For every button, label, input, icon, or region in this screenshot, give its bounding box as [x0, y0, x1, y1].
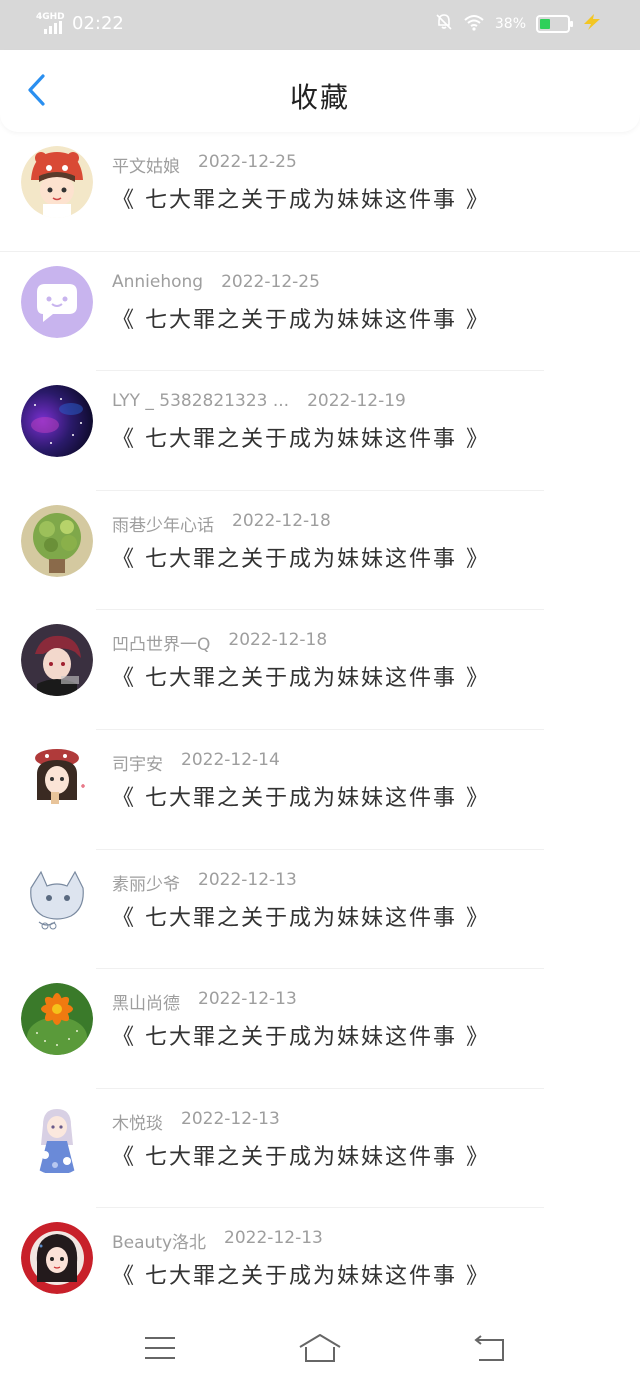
story-title[interactable]: 《 七大罪之关于成为妹妹这件事 》 [112, 780, 490, 812]
system-back-button[interactable] [466, 1332, 510, 1368]
favorite-item[interactable]: 司宇安 2022-12-14 《 七大罪之关于成为妹妹这件事 》 [0, 730, 640, 850]
menu-icon [144, 1335, 176, 1365]
item-meta: Anniehong 2022-12-25 [112, 272, 320, 292]
charging-icon [580, 13, 604, 35]
item-meta: 木悦琰 2022-12-13 [112, 1109, 280, 1134]
item-meta: LYY _ 5382821323 ... 2022-12-19 [112, 391, 406, 411]
avatar[interactable] [21, 624, 93, 697]
username[interactable]: 素丽少爷 [112, 870, 180, 895]
avatar[interactable] [21, 1222, 93, 1295]
favorite-item[interactable]: Anniehong 2022-12-25 《 七大罪之关于成为妹妹这件事 》 [0, 252, 640, 372]
item-meta: 雨巷少年心话 2022-12-18 [112, 511, 331, 536]
username[interactable]: 凹凸世界一Q [112, 630, 210, 655]
avatar[interactable] [21, 504, 93, 577]
favorite-date: 2022-12-25 [221, 271, 320, 292]
battery-percent: 38% [494, 16, 526, 32]
username[interactable]: 司宇安 [112, 750, 163, 775]
username[interactable]: 黑山尚德 [112, 989, 180, 1014]
item-meta: 黑山尚德 2022-12-13 [112, 989, 297, 1014]
header: 收藏 [0, 50, 640, 132]
story-title[interactable]: 《 七大罪之关于成为妹妹这件事 》 [112, 1019, 490, 1051]
favorite-date: 2022-12-18 [232, 510, 331, 531]
avatar[interactable] [21, 385, 93, 458]
username[interactable]: Beauty洛北 [112, 1228, 206, 1253]
username[interactable]: 雨巷少年心话 [112, 511, 214, 536]
signal-icon: 4GHD [36, 12, 66, 34]
favorite-date: 2022-12-13 [181, 1108, 280, 1129]
avatar[interactable] [21, 743, 93, 816]
story-title[interactable]: 《 七大罪之关于成为妹妹这件事 》 [112, 302, 490, 334]
favorite-item[interactable]: 黑山尚德 2022-12-13 《 七大罪之关于成为妹妹这件事 》 [0, 969, 640, 1089]
avatar[interactable] [21, 265, 93, 338]
favorite-date: 2022-12-18 [228, 630, 328, 651]
menu-button[interactable] [138, 1332, 182, 1368]
wifi-icon [463, 13, 485, 35]
username[interactable]: 平文姑娘 [112, 152, 180, 177]
favorite-item[interactable]: 雨巷少年心话 2022-12-18 《 七大罪之关于成为妹妹这件事 》 [0, 491, 640, 611]
story-title[interactable]: 《 七大罪之关于成为妹妹这件事 》 [112, 421, 490, 453]
favorite-date: 2022-12-25 [198, 152, 297, 172]
item-meta: 凹凸世界一Q 2022-12-18 [112, 630, 327, 655]
item-meta: Beauty洛北 2022-12-13 [112, 1228, 323, 1253]
back-icon [471, 1334, 505, 1366]
favorite-date: 2022-12-13 [224, 1228, 323, 1249]
favorite-item[interactable]: 平文姑娘 2022-12-25 《 七大罪之关于成为妹妹这件事 》 [0, 132, 640, 252]
favorite-item[interactable]: 凹凸世界一Q 2022-12-18 《 七大罪之关于成为妹妹这件事 》 [0, 610, 640, 730]
story-title[interactable]: 《 七大罪之关于成为妹妹这件事 》 [112, 1139, 490, 1171]
avatar[interactable] [21, 983, 93, 1056]
avatar[interactable] [21, 1102, 93, 1175]
story-title[interactable]: 《 七大罪之关于成为妹妹这件事 》 [112, 182, 490, 214]
home-button[interactable] [298, 1332, 342, 1368]
status-left: 4GHD 02:22 [36, 12, 124, 34]
page-title: 收藏 [289, 81, 350, 114]
username[interactable]: Anniehong [112, 272, 203, 292]
item-meta: 平文姑娘 2022-12-25 [112, 152, 297, 177]
favorite-date: 2022-12-13 [198, 869, 297, 890]
battery-icon [536, 15, 573, 33]
favorite-item[interactable]: 木悦琰 2022-12-13 《 七大罪之关于成为妹妹这件事 》 [0, 1089, 640, 1209]
favorite-date: 2022-12-19 [307, 391, 406, 412]
clock: 02:22 [72, 12, 124, 34]
battery-level [540, 19, 550, 29]
item-meta: 素丽少爷 2022-12-13 [112, 870, 297, 895]
favorite-date: 2022-12-14 [181, 749, 280, 770]
avatar[interactable] [21, 146, 93, 218]
silent-bell-icon [435, 13, 453, 35]
story-title[interactable]: 《 七大罪之关于成为妹妹这件事 》 [112, 660, 490, 692]
item-meta: 司宇安 2022-12-14 [112, 750, 280, 775]
story-title[interactable]: 《 七大罪之关于成为妹妹这件事 》 [112, 541, 490, 573]
favorite-date: 2022-12-13 [198, 989, 297, 1010]
favorite-item[interactable]: 素丽少爷 2022-12-13 《 七大罪之关于成为妹妹这件事 》 [0, 850, 640, 970]
system-nav-bar [0, 1310, 640, 1387]
username[interactable]: LYY _ 5382821323 ... [112, 391, 289, 411]
story-title[interactable]: 《 七大罪之关于成为妹妹这件事 》 [112, 1258, 490, 1290]
favorites-list: 平文姑娘 2022-12-25 《 七大罪之关于成为妹妹这件事 》 Anniehong… [0, 132, 640, 1328]
favorite-item[interactable]: LYY _ 5382821323 ... 2022-12-19 《 七大罪之关于成为… [0, 371, 640, 491]
home-icon [298, 1333, 342, 1367]
avatar[interactable] [21, 863, 93, 936]
username[interactable]: 木悦琰 [112, 1109, 163, 1134]
status-bar: 4GHD 02:22 38% [0, 0, 640, 50]
story-title[interactable]: 《 七大罪之关于成为妹妹这件事 》 [112, 900, 490, 932]
status-right: 38% [435, 13, 604, 35]
